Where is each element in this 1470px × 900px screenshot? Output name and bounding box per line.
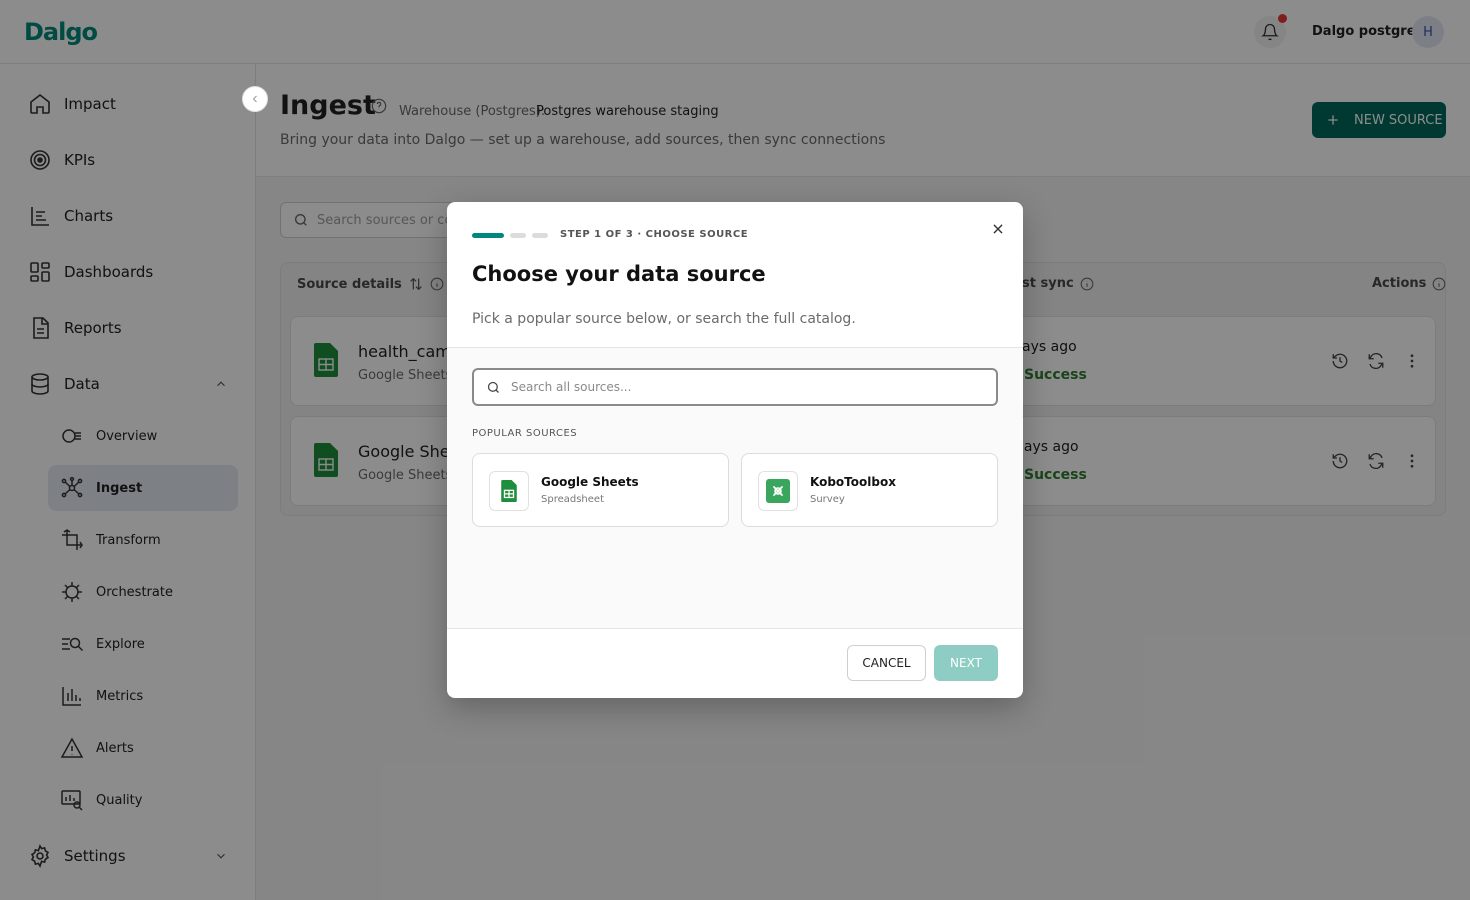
source-card-name: KoboToolbox: [810, 475, 896, 489]
search-icon: [487, 381, 499, 393]
close-button[interactable]: [987, 218, 1009, 240]
search-all-sources[interactable]: [472, 368, 998, 406]
search-all-sources-input[interactable]: [511, 380, 981, 394]
dialog-description: Pick a popular source below, or search t…: [472, 311, 856, 327]
source-card-name: Google Sheets: [541, 475, 639, 489]
source-card-google-sheets[interactable]: Google Sheets Spreadsheet: [472, 453, 729, 527]
close-icon: [993, 224, 1003, 234]
step-indicator-active: [472, 233, 504, 238]
source-card-category: Spreadsheet: [541, 494, 604, 505]
source-card-category: Survey: [810, 494, 845, 505]
sidebar-collapse-button[interactable]: [242, 86, 268, 112]
next-button[interactable]: NEXT: [934, 645, 998, 681]
dialog-title: Choose your data source: [472, 262, 766, 286]
step-indicator: [510, 233, 526, 238]
choose-source-dialog: STEP 1 OF 3 · CHOOSE SOURCE Choose your …: [447, 202, 1023, 698]
step-indicator: [532, 233, 548, 238]
kobotoolbox-icon: [758, 471, 798, 511]
dialog-body: POPULAR SOURCES Google Sheets Spreadshee…: [447, 347, 1023, 629]
cancel-button[interactable]: CANCEL: [847, 645, 926, 681]
google-sheets-icon: [489, 471, 529, 511]
chevron-left-icon: [252, 95, 257, 103]
popular-sources-label: POPULAR SOURCES: [472, 428, 578, 439]
source-card-kobotoolbox[interactable]: KoboToolbox Survey: [741, 453, 998, 527]
step-label: STEP 1 OF 3 · CHOOSE SOURCE: [560, 229, 749, 240]
